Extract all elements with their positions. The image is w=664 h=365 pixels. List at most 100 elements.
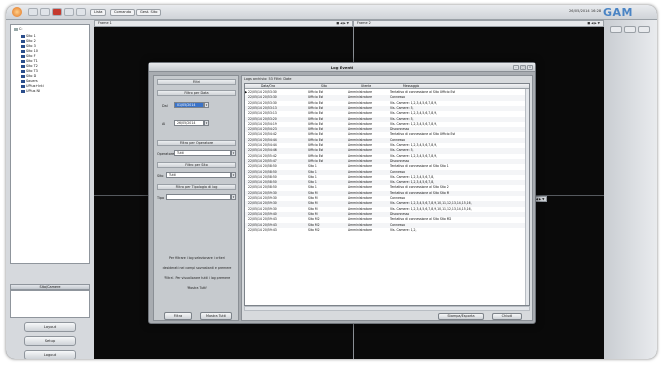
cell-site: Ufficio Est xyxy=(308,90,324,94)
cell-user: Amministratore xyxy=(348,153,373,158)
cell-site: Sito 1 xyxy=(308,185,317,190)
cell-datetime: 22/05/14 20/53:13 xyxy=(248,105,277,110)
close-button[interactable]: Chiudi xyxy=(492,313,522,320)
type-select[interactable] xyxy=(166,194,231,200)
col-header-user[interactable]: Utente xyxy=(361,84,371,89)
cell-message: Disconnesso xyxy=(390,211,410,216)
cell-message: Vis. Camere: 1,2,3,4,5,6,7,8,9,10,11,12,… xyxy=(390,206,472,211)
right-button-2[interactable] xyxy=(624,26,636,33)
site-icon xyxy=(21,79,25,83)
toolbar-button-2[interactable] xyxy=(40,8,50,16)
date-filter-header: Filtro per Data xyxy=(157,90,236,96)
cell-datetime: 22/05/14 20/59:43 xyxy=(248,222,277,227)
operator-select[interactable]: Tutti xyxy=(174,150,231,156)
site-icon xyxy=(21,44,25,48)
filters-panel: Filtri Filtro per Data Dal 01/05/2014 ▾ … xyxy=(153,75,239,321)
cell-site: Ufficio Est xyxy=(308,105,324,110)
cell-user: Amministratore xyxy=(348,180,373,185)
operator-dropdown-icon[interactable]: ▾ xyxy=(231,150,236,156)
app-logo-icon xyxy=(12,7,22,17)
col-header-message[interactable]: Messaggio xyxy=(403,84,419,89)
tab-comando[interactable]: Comando xyxy=(110,9,136,16)
to-date-dropdown-icon[interactable]: ▾ xyxy=(204,120,209,126)
cell-user: Amministratore xyxy=(348,90,373,94)
cell-message: Connesso xyxy=(390,137,405,142)
toolbar-button-5[interactable] xyxy=(76,8,86,16)
layout-button[interactable]: Layout xyxy=(24,322,76,332)
site-cameras-list[interactable] xyxy=(10,290,90,318)
maximize-icon[interactable]: □ xyxy=(520,65,526,70)
cell-message: Connesso xyxy=(390,222,405,227)
frame-1-controls[interactable]: ■ ◀ ▶ ▼ xyxy=(336,21,349,26)
cell-datetime: 22/05/14 20/59:43 xyxy=(248,217,277,222)
site-icon xyxy=(21,74,25,78)
tree-root[interactable]: C: xyxy=(14,27,23,32)
site-select[interactable]: Tutti xyxy=(166,172,231,178)
cell-site: Ufficio Est xyxy=(308,121,324,126)
print-export-button[interactable]: Stampa/Esporta xyxy=(438,313,484,320)
cell-user: Amministratore xyxy=(348,190,373,195)
type-label: Tipo xyxy=(157,196,165,200)
site-tree[interactable]: C: Sito 1 Sito 2 Sito 3 Sito 10 Sito F S… xyxy=(10,24,90,264)
site-icon xyxy=(21,34,25,38)
cell-message: Connesso xyxy=(390,196,405,200)
cell-user: Amministratore xyxy=(348,127,373,132)
horizontal-scrollbar[interactable] xyxy=(244,306,530,311)
tree-item[interactable]: UPlus NI xyxy=(21,89,40,94)
cell-datetime: 22/05/14 20/55:42 xyxy=(248,153,277,158)
site-icon xyxy=(21,64,25,68)
site-dropdown-icon[interactable]: ▾ xyxy=(231,172,236,178)
filter-help-line-4: 'Mostra Tutti' xyxy=(186,286,208,290)
record-icon[interactable] xyxy=(52,8,62,16)
table-row[interactable]: 22/05/14 20/59:43 Sito M2 Amministratore Vi… xyxy=(245,228,525,233)
cell-message: Tentativo di connessione al Sito Sito 1 xyxy=(390,164,449,169)
log-table[interactable]: Data/Ora Sito Utente Messaggio ▶ 22/05/14… xyxy=(244,83,530,306)
right-button-3[interactable] xyxy=(638,26,650,33)
type-filter-header: Filtro per Tipologia di log xyxy=(157,184,236,190)
cell-site: Sito 1 xyxy=(308,174,317,179)
close-icon[interactable]: × xyxy=(527,65,533,70)
cell-datetime: 22/05/14 20/59:30 xyxy=(248,196,277,200)
col-header-datetime[interactable]: Data/Ora xyxy=(261,84,275,89)
show-all-button[interactable]: Mostra Tutti xyxy=(200,312,232,320)
cell-datetime: 22/05/14 20/59:30 xyxy=(248,190,277,195)
tab-gest-sito[interactable]: Gest. Sito xyxy=(136,9,162,16)
site-icon xyxy=(21,84,25,88)
filter-button[interactable]: Filtra xyxy=(164,312,192,320)
toolbar-button-1[interactable] xyxy=(28,8,38,16)
to-date-input[interactable]: 26/05/2014 xyxy=(174,120,204,126)
cell-message: Vis. Camere: 1,2,3,4,5,6,7,8,9, xyxy=(390,153,438,158)
cell-user: Amministratore xyxy=(348,206,373,211)
cell-datetime: 22/05/14 20/54:23 xyxy=(248,127,277,132)
cell-user: Amministratore xyxy=(348,227,373,232)
cell-message: Vis. Camere: 1,2,3,4,5,6,7,8, xyxy=(390,174,435,179)
cell-user: Amministratore xyxy=(348,137,373,142)
toolbar-button-4[interactable] xyxy=(64,8,74,16)
right-button-1[interactable] xyxy=(610,26,622,33)
type-dropdown-icon[interactable]: ▾ xyxy=(231,194,236,200)
from-date-input[interactable]: 01/05/2014 xyxy=(174,102,204,108)
from-date-dropdown-icon[interactable]: ▾ xyxy=(204,102,209,108)
from-label: Dal xyxy=(162,104,168,108)
cell-site: Ufficio Est xyxy=(308,137,324,142)
cell-datetime: 22/05/14 20/54:44 xyxy=(248,143,277,147)
site-filter-header: Filtro per Sito xyxy=(157,162,236,168)
cell-user: Amministratore xyxy=(348,185,373,190)
cell-site: Ufficio Est xyxy=(308,158,324,163)
vertical-scrollbar[interactable] xyxy=(525,89,529,305)
minimize-icon[interactable]: – xyxy=(513,65,519,70)
cell-datetime: 22/05/14 20/58:50 xyxy=(248,185,277,190)
cell-message: Tentativo di connessione al Sito Ufficio… xyxy=(390,132,456,137)
cell-message: Tentativo di connessione al Sito Sito 2 xyxy=(390,185,449,190)
logout-button[interactable]: Logout xyxy=(24,350,76,359)
filter-help-line-3: 'Filtra'. Per visualizzare tutti i log p… xyxy=(163,276,231,280)
cell-message: Connesso xyxy=(390,95,405,100)
frame-2-controls[interactable]: ■ ◀ ▶ ▼ xyxy=(587,21,600,26)
cell-user: Amministratore xyxy=(348,174,373,179)
col-header-site[interactable]: Sito xyxy=(321,84,327,89)
tab-lista[interactable]: Lista xyxy=(90,9,107,16)
cell-site: Sito M2 xyxy=(308,217,320,222)
cell-site: Sito M xyxy=(308,211,318,216)
cell-site: Ufficio Est xyxy=(308,132,324,137)
setup-button[interactable]: Setup xyxy=(24,336,76,346)
